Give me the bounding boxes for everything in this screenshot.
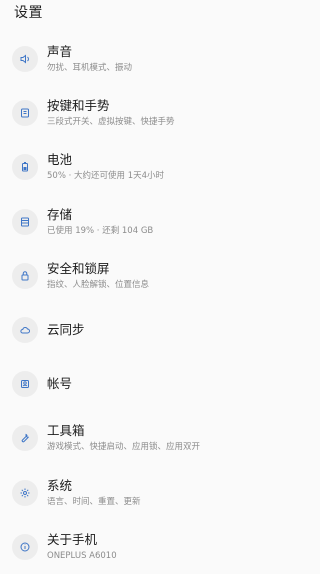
toolbox-subtitle: 游戏模式、快捷启动、应用锁、应用双开 [47, 442, 201, 453]
battery-icon [12, 154, 38, 181]
settings-item-battery[interactable]: 电池 50% · 大约还可使用 1天4小时 [0, 140, 279, 194]
battery-title: 电池 [47, 152, 73, 168]
security-subtitle: 指纹、人脸解锁、位置信息 [47, 279, 150, 290]
buttons-gestures-text: 按键和手势 三段式开关、虚拟按键、快捷手势 [47, 98, 271, 128]
sound-subtitle: 勿扰、耳机模式、振动 [47, 63, 133, 74]
settings-item-storage[interactable]: 存储 已使用 19% · 还剩 104 GB [0, 195, 279, 249]
about-subtitle: ONEPLUS A6010 [47, 550, 117, 561]
settings-list: 声音 勿扰、耳机模式、振动 按键和手势 三段式开关、虚拟按键、快捷手势 电池 5… [0, 32, 279, 574]
system-title: 系统 [47, 477, 73, 493]
account-text: 帐号 [47, 376, 271, 392]
settings-item-account[interactable]: 帐号 [0, 357, 279, 411]
speaker-icon [12, 46, 38, 73]
account-icon [12, 371, 38, 398]
buttons-gestures-title: 按键和手势 [47, 98, 110, 114]
storage-subtitle: 已使用 19% · 还剩 104 GB [47, 225, 154, 236]
tools-icon [12, 425, 38, 452]
account-title: 帐号 [47, 376, 73, 392]
security-title: 安全和锁屏 [47, 260, 110, 276]
cloud-sync-text: 云同步 [47, 322, 271, 338]
about-title: 关于手机 [47, 531, 98, 547]
cloud-icon [12, 317, 38, 344]
buttons-gestures-subtitle: 三段式开关、虚拟按键、快捷手势 [47, 117, 175, 128]
settings-item-security[interactable]: 安全和锁屏 指纹、人脸解锁、位置信息 [0, 249, 279, 303]
toolbox-title: 工具箱 [47, 423, 85, 439]
sound-text: 声音 勿扰、耳机模式、振动 [47, 44, 271, 74]
page-title: 设置 [14, 5, 43, 21]
settings-item-sound[interactable]: 声音 勿扰、耳机模式、振动 [0, 32, 279, 86]
about-text: 关于手机 ONEPLUS A6010 [47, 532, 271, 562]
storage-text: 存储 已使用 19% · 还剩 104 GB [47, 207, 271, 237]
system-text: 系统 语言、时间、重置、更新 [47, 478, 271, 508]
settings-item-cloud-sync[interactable]: 云同步 [0, 303, 279, 357]
settings-item-buttons-gestures[interactable]: 按键和手势 三段式开关、虚拟按键、快捷手势 [0, 86, 279, 140]
security-text: 安全和锁屏 指纹、人脸解锁、位置信息 [47, 261, 271, 291]
lock-icon [12, 262, 38, 289]
battery-subtitle: 50% · 大约还可使用 1天4小时 [47, 171, 165, 182]
gear-icon [12, 479, 38, 506]
system-subtitle: 语言、时间、重置、更新 [47, 496, 141, 507]
button-icon [12, 100, 38, 127]
battery-text: 电池 50% · 大约还可使用 1天4小时 [47, 152, 271, 182]
sound-title: 声音 [47, 44, 73, 60]
storage-title: 存储 [47, 206, 73, 222]
settings-item-about[interactable]: 关于手机 ONEPLUS A6010 [0, 520, 279, 574]
info-icon [12, 533, 38, 560]
storage-icon [12, 208, 38, 235]
settings-item-toolbox[interactable]: 工具箱 游戏模式、快捷启动、应用锁、应用双开 [0, 411, 279, 465]
toolbox-text: 工具箱 游戏模式、快捷启动、应用锁、应用双开 [47, 423, 271, 453]
cloud-sync-title: 云同步 [47, 322, 85, 338]
settings-item-system[interactable]: 系统 语言、时间、重置、更新 [0, 466, 279, 520]
